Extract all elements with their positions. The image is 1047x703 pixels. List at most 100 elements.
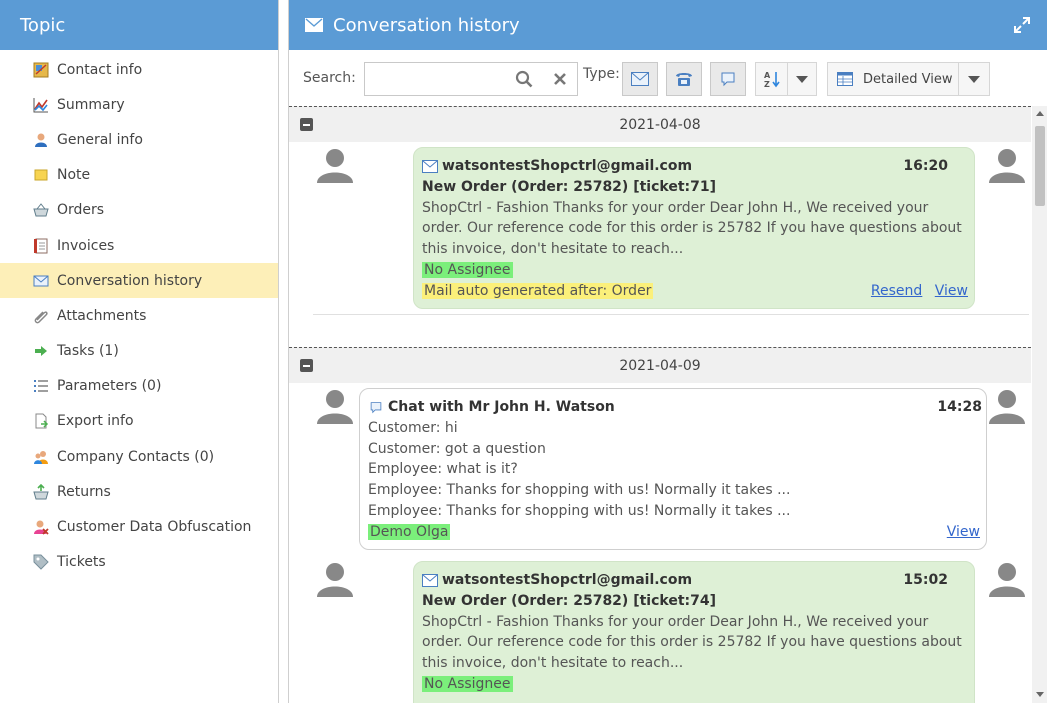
employee-avatar (988, 561, 1026, 599)
envelope-icon (422, 159, 438, 173)
sidebar-item-label: Returns (57, 483, 111, 500)
date-group: 2021-04-09 Chat with Mr John H. Watson 1… (289, 347, 1031, 703)
search-icon[interactable] (515, 70, 533, 88)
mail-message[interactable]: watsontestShopctrl@gmail.com 15:02 New O… (413, 561, 975, 703)
message-time: 15:02 (903, 572, 948, 588)
arrow-right-icon (33, 343, 49, 359)
scroll-thumb[interactable] (1035, 126, 1045, 206)
divider (313, 314, 1029, 315)
customer-avatar (316, 561, 354, 599)
auto-generated-note: Mail auto generated after: Order (422, 282, 654, 299)
sidebar-item-label: General info (57, 131, 143, 148)
sidebar-item-company-contacts[interactable]: Company Contacts (0) (0, 439, 278, 474)
search-box (364, 62, 578, 96)
chat-line: Employee: what is it? (368, 461, 518, 478)
conversation-panel: Conversation history Search: Type: AZ De… (288, 0, 1047, 703)
date-group-header: 2021-04-09 (289, 347, 1031, 383)
type-filter-mail-button[interactable] (622, 62, 658, 96)
chat-bubble-icon (370, 402, 382, 414)
sidebar-item-label: Contact info (57, 61, 143, 78)
sidebar-item-parameters[interactable]: Parameters (0) (0, 369, 278, 404)
sidebar-item-label: Customer Data Obfuscation (57, 519, 252, 536)
sidebar-item-label: Company Contacts (0) (57, 448, 215, 465)
date-group-header: 2021-04-08 (289, 106, 1031, 142)
sidebar-item-label: Attachments (57, 307, 147, 324)
sidebar-item-label: Note (57, 167, 91, 184)
person-icon (33, 132, 49, 148)
sidebar-item-attachments[interactable]: Attachments (0, 298, 278, 333)
invoice-icon (33, 238, 49, 254)
envelope-icon (422, 573, 438, 587)
scroll-down-icon[interactable] (1036, 692, 1044, 697)
sort-dropdown-icon[interactable] (788, 75, 816, 83)
view-link[interactable]: View (947, 524, 980, 540)
chat-title: Chat with Mr John H. Watson (388, 399, 615, 415)
employee-avatar (988, 388, 1026, 426)
sidebar-item-returns[interactable]: Returns (0, 474, 278, 509)
scroll-up-icon[interactable] (1036, 111, 1044, 116)
type-filter-chat-button[interactable] (710, 62, 746, 96)
sidebar-item-label: Parameters (0) (57, 378, 162, 395)
sort-button[interactable]: AZ (755, 62, 817, 96)
mail-from: watsontestShopctrl@gmail.com (442, 158, 693, 174)
svg-text:A: A (764, 71, 771, 80)
sidebar-item-label: Tickets (57, 554, 106, 571)
sidebar-item-label: Conversation history (57, 272, 203, 289)
chat-line: Employee: Thanks for shopping with us! N… (368, 502, 791, 519)
view-link[interactable]: View (935, 283, 968, 299)
collapse-icon[interactable] (300, 118, 313, 131)
tag-icon (33, 554, 49, 570)
chat-line: Employee: Thanks for shopping with us! N… (368, 482, 791, 499)
chat-line: Customer: got a question (368, 440, 546, 457)
clear-icon[interactable] (553, 72, 567, 86)
people-icon (33, 449, 49, 465)
customer-avatar (316, 388, 354, 426)
sidebar-item-tickets[interactable]: Tickets (0, 545, 278, 580)
type-label: Type: (583, 66, 620, 82)
expand-icon[interactable] (1013, 16, 1031, 34)
sidebar-item-invoices[interactable]: Invoices (0, 228, 278, 263)
type-filter-phone-button[interactable] (666, 62, 702, 96)
topic-sidebar: Topic Contact info Summary General info … (0, 0, 279, 703)
person-x-icon (33, 519, 49, 535)
mail-body: ShopCtrl - Fashion Thanks for your order… (422, 613, 962, 672)
export-icon (33, 413, 49, 429)
sidebar-item-export-info[interactable]: Export info (0, 404, 278, 439)
message-time: 14:28 (937, 399, 982, 415)
employee-avatar (988, 147, 1026, 185)
collapse-icon[interactable] (300, 359, 313, 372)
phone-icon (676, 73, 692, 86)
sort-az-icon: AZ (756, 63, 788, 95)
sidebar-item-conversation-history[interactable]: Conversation history (0, 263, 278, 299)
sidebar-item-summary[interactable]: Summary (0, 87, 278, 122)
conversation-list: 2021-04-08 watsontestShopctrl@gmail.com … (289, 106, 1047, 703)
sidebar-item-label: Export info (57, 413, 134, 430)
view-mode-select[interactable]: Detailed View (827, 62, 990, 96)
sidebar-item-contact-info[interactable]: Contact info (0, 52, 278, 87)
sidebar-item-tasks[interactable]: Tasks (1) (0, 334, 278, 369)
envelope-icon (33, 273, 49, 289)
envelope-icon (631, 72, 649, 86)
sidebar-item-general-info[interactable]: General info (0, 122, 278, 157)
basket-icon (33, 202, 49, 218)
chart-icon (33, 97, 49, 113)
mail-body: ShopCtrl - Fashion Thanks for your order… (422, 199, 962, 258)
mail-message[interactable]: watsontestShopctrl@gmail.com 16:20 New O… (413, 147, 975, 309)
scrollbar[interactable] (1032, 106, 1047, 703)
resend-link[interactable]: Resend (871, 283, 922, 299)
sidebar-item-note[interactable]: Note (0, 158, 278, 193)
sidebar-item-label: Tasks (1) (57, 343, 119, 360)
mail-from: watsontestShopctrl@gmail.com (442, 572, 693, 588)
chat-message[interactable]: Chat with Mr John H. Watson 14:28 Custom… (359, 388, 987, 550)
chevron-down-icon[interactable] (959, 75, 989, 83)
assignee-badge: No Assignee (422, 675, 513, 692)
panel-header: Conversation history (289, 0, 1047, 50)
view-mode-label: Detailed View (863, 71, 953, 87)
sidebar-item-customer-data-obfuscation[interactable]: Customer Data Obfuscation (0, 509, 278, 544)
search-input[interactable] (365, 63, 505, 95)
sidebar-item-orders[interactable]: Orders (0, 193, 278, 228)
chat-bubble-icon (721, 72, 735, 87)
customer-avatar (316, 147, 354, 185)
envelope-icon (305, 18, 323, 32)
group-date: 2021-04-08 (619, 116, 701, 133)
